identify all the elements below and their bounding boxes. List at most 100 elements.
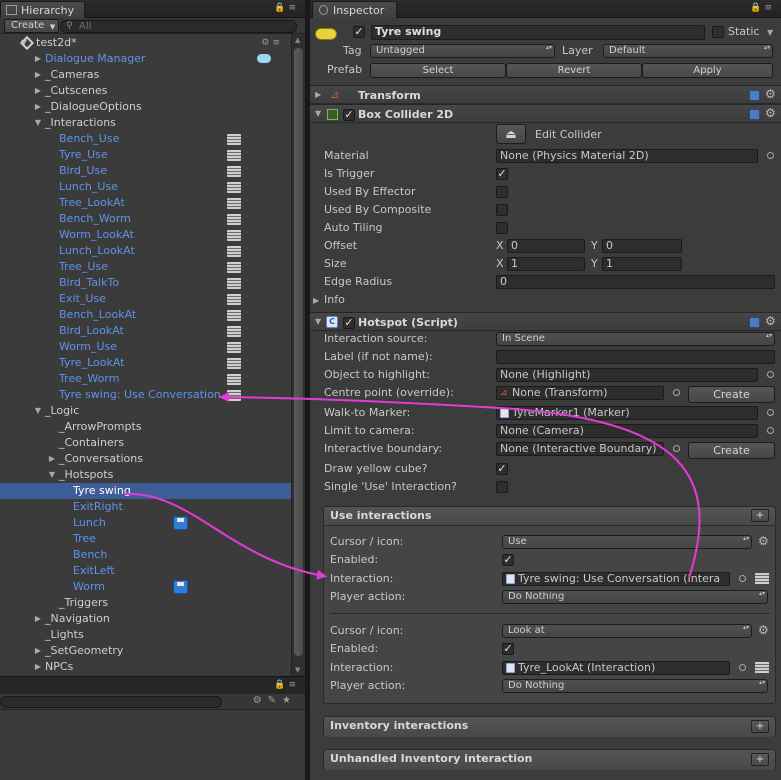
expand-arrow-icon[interactable]: ▶ <box>33 611 43 627</box>
hierarchy-row[interactable]: Worm_LookAt <box>0 227 291 243</box>
active-checkbox[interactable]: ✓ <box>353 26 365 38</box>
hierarchy-row[interactable]: ▶ Dialogue Manager <box>0 51 291 67</box>
offset-x-input[interactable]: 0 <box>507 239 585 253</box>
hierarchy-row[interactable]: Bird_Use <box>0 163 291 179</box>
hierarchy-row[interactable]: ▼ ⚙≡ test2d* <box>0 35 291 51</box>
hierarchy-row[interactable]: Bench <box>0 547 291 563</box>
interaction-gear-icon[interactable]: ⚙ <box>758 623 769 637</box>
hierarchy-row[interactable]: Bird_TalkTo <box>0 275 291 291</box>
hierarchy-row[interactable]: Lunch_Use <box>0 179 291 195</box>
add-unhandled-inventory-button[interactable]: + <box>751 753 769 766</box>
scrollbar-thumb[interactable] <box>294 48 303 656</box>
hierarchy-row[interactable]: ▶ _DialogueOptions <box>0 99 291 115</box>
label-if-not-name-input[interactable] <box>496 350 775 364</box>
expand-arrow-icon[interactable]: ▶ <box>33 83 43 99</box>
add-inventory-interaction-button[interactable]: + <box>751 720 769 733</box>
action-list-icon[interactable] <box>755 573 769 584</box>
hierarchy-row[interactable]: _Lights <box>0 627 291 643</box>
collapse-arrow-icon[interactable]: ▼ <box>315 317 321 326</box>
edit-collider-button[interactable]: ⏏ <box>496 124 526 144</box>
enabled-checkbox[interactable]: ✓ <box>502 554 514 566</box>
layer-dropdown[interactable]: Default <box>603 44 773 58</box>
object-picker-icon[interactable] <box>673 389 680 396</box>
hierarchy-row[interactable]: Tyre swing: Use Conversation <box>0 387 291 403</box>
expand-arrow-icon[interactable]: ▶ <box>47 451 57 467</box>
hierarchy-row[interactable]: ▶ NPCs <box>0 659 291 675</box>
cursor-icon-dropdown[interactable]: Look at <box>502 624 752 638</box>
offset-y-input[interactable]: 0 <box>602 239 682 253</box>
prefab-apply-button[interactable]: Apply <box>642 63 773 78</box>
unhandled-inventory-box[interactable]: Unhandled Inventory interaction + <box>323 749 776 770</box>
walk-to-marker-field[interactable]: TyreMarker1 (Marker) <box>496 406 758 420</box>
hierarchy-row[interactable]: Tyre_Use <box>0 147 291 163</box>
create-button[interactable]: Create ▼ <box>4 19 60 33</box>
single-use-checkbox[interactable] <box>496 481 508 493</box>
collapse-arrow-icon[interactable]: ▼ <box>33 403 43 419</box>
hierarchy-row[interactable]: Bench_LookAt <box>0 307 291 323</box>
expand-arrow-icon[interactable]: ▶ <box>33 99 43 115</box>
box-collider-header[interactable]: ▼ ✓ Box Collider 2D ⚙ <box>310 104 781 123</box>
component-gear-icon[interactable]: ⚙ <box>765 314 776 328</box>
hierarchy-row[interactable]: Tree_Worm <box>0 371 291 387</box>
info-label[interactable]: Info <box>324 293 345 307</box>
interaction-field[interactable]: Tyre swing: Use Conversation (Intera <box>502 572 730 586</box>
scene-menu-icon[interactable]: ⚙≡ <box>261 35 283 51</box>
hierarchy-row[interactable]: ExitLeft <box>0 563 291 579</box>
hierarchy-row[interactable]: ExitRight <box>0 499 291 515</box>
hierarchy-row[interactable]: _ArrowPrompts <box>0 419 291 435</box>
hierarchy-row[interactable]: _Triggers <box>0 595 291 611</box>
expand-arrow-icon[interactable]: ▶ <box>33 67 43 83</box>
hierarchy-row[interactable]: Lunch <box>0 515 291 531</box>
hierarchy-row[interactable]: ▶ _Navigation <box>0 611 291 627</box>
hierarchy-row[interactable]: ▼ _Logic <box>0 403 291 419</box>
draw-yellow-cube-checkbox[interactable]: ✓ <box>496 463 508 475</box>
prefab-revert-button[interactable]: Revert <box>506 63 642 78</box>
object-picker-icon[interactable] <box>739 575 746 582</box>
hierarchy-row[interactable]: Tyre swing <box>0 483 291 499</box>
object-picker-icon[interactable] <box>767 371 774 378</box>
boundary-create-button[interactable]: Create <box>688 442 775 459</box>
transform-header[interactable]: ▶ ⊿ Transform ⚙ <box>310 85 781 104</box>
hotspot-enabled-checkbox[interactable]: ✓ <box>343 317 355 329</box>
hierarchy-row[interactable]: Tyre_LookAt <box>0 355 291 371</box>
cursor-icon-dropdown[interactable]: Use <box>502 535 752 549</box>
edge-radius-input[interactable]: 0 <box>496 275 775 289</box>
material-field[interactable]: None (Physics Material 2D) <box>496 149 758 163</box>
collapse-arrow-icon[interactable]: ▼ <box>315 109 321 118</box>
hierarchy-row[interactable]: Tree <box>0 531 291 547</box>
box-collider-enabled-checkbox[interactable]: ✓ <box>343 109 355 121</box>
collapse-arrow-icon[interactable]: ▼ <box>33 115 43 131</box>
hierarchy-row[interactable]: Lunch_LookAt <box>0 243 291 259</box>
hierarchy-row[interactable]: Bird_LookAt <box>0 323 291 339</box>
hierarchy-row[interactable]: ▼ _Interactions <box>0 115 291 131</box>
object-picker-icon[interactable] <box>767 409 774 416</box>
expand-arrow-icon[interactable]: ▶ <box>315 90 321 99</box>
centre-point-create-button[interactable]: Create <box>688 386 775 403</box>
hierarchy-row[interactable]: ▼ _Hotspots <box>0 467 291 483</box>
scroll-down-icon[interactable]: ▼ <box>295 666 300 674</box>
player-action-dropdown[interactable]: Do Nothing <box>502 679 768 693</box>
tag-dropdown[interactable]: Untagged <box>370 44 555 58</box>
lower-panel-menu-icon[interactable]: 🔒≡ <box>274 680 299 690</box>
static-dropdown-icon[interactable]: ▼ <box>767 28 773 37</box>
size-y-input[interactable]: 1 <box>602 257 682 271</box>
interaction-source-dropdown[interactable]: In Scene <box>496 332 775 346</box>
collapse-arrow-icon[interactable]: ▼ <box>47 467 57 483</box>
used-by-composite-checkbox[interactable] <box>496 204 508 216</box>
hotspot-header[interactable]: ▼ C ✓ Hotspot (Script) ⚙ <box>310 312 781 331</box>
hierarchy-row[interactable]: Exit_Use <box>0 291 291 307</box>
hierarchy-row[interactable]: ▶ _Conversations <box>0 451 291 467</box>
panel-menu-icon[interactable]: 🔒≡ <box>274 3 299 13</box>
interactive-boundary-field[interactable]: None (Interactive Boundary) <box>496 442 664 456</box>
inventory-interactions-box[interactable]: Inventory interactions + <box>323 716 776 737</box>
hierarchy-row[interactable]: Tree_LookAt <box>0 195 291 211</box>
player-action-dropdown[interactable]: Do Nothing <box>502 590 768 604</box>
object-picker-icon[interactable] <box>739 664 746 671</box>
object-picker-icon[interactable] <box>673 445 680 452</box>
use-interactions-header[interactable]: Use interactions + <box>324 507 775 526</box>
add-use-interaction-button[interactable]: + <box>751 509 769 522</box>
object-picker-icon[interactable] <box>767 152 774 159</box>
gameobject-icon[interactable] <box>315 28 337 40</box>
centre-point-field[interactable]: ⊿ None (Transform) <box>496 386 664 400</box>
component-gear-icon[interactable]: ⚙ <box>765 106 776 120</box>
